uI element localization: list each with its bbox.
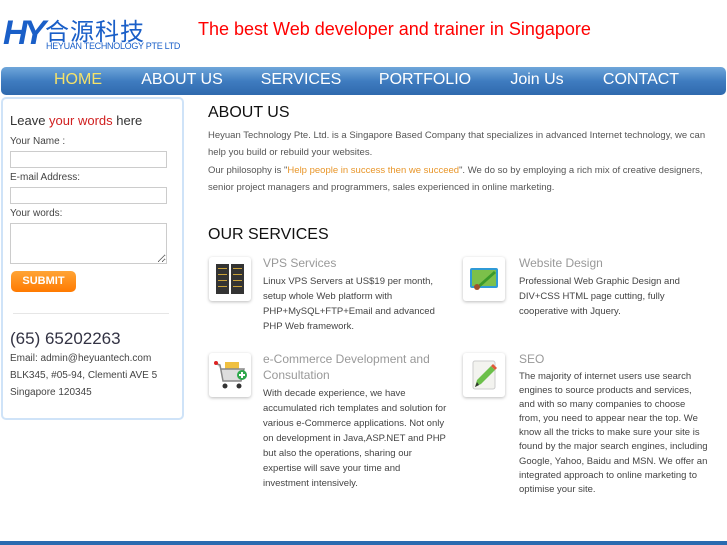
shopping-cart-icon bbox=[209, 353, 251, 397]
paint-brush-icon bbox=[463, 257, 505, 301]
phone-number: (65) 65202263 bbox=[10, 329, 121, 348]
logo-english-name: HEYUAN TECHNOLOGY PTE LTD bbox=[46, 41, 181, 51]
title-highlight: your words bbox=[49, 113, 113, 128]
contact-address-line1: BLK345, #05-94, Clementi AVE 5 bbox=[10, 370, 158, 381]
service-title: VPS Services bbox=[263, 256, 337, 270]
pencil-document-icon bbox=[463, 353, 505, 397]
nav-services[interactable]: SERVICES bbox=[261, 71, 342, 89]
service-description: Professional Web Graphic Design and DIV+… bbox=[519, 276, 680, 317]
email-label: E-mail Address: bbox=[10, 172, 81, 183]
title-text: Leave bbox=[10, 113, 50, 128]
nav-portfolio[interactable]: PORTFOLIO bbox=[379, 71, 471, 89]
about-paragraph-1: Heyuan Technology Pte. Ltd. is a Singapo… bbox=[208, 130, 706, 158]
tagline: The best Web developer and trainer in Si… bbox=[198, 19, 591, 39]
service-title: Website Design bbox=[519, 256, 603, 270]
server-icon bbox=[209, 257, 251, 301]
words-label: Your words: bbox=[10, 208, 63, 219]
submit-button[interactable]: SUBMIT bbox=[11, 271, 76, 292]
nav-join-us[interactable]: Join Us bbox=[510, 71, 563, 89]
service-description: With decade experience, we have accumula… bbox=[263, 388, 447, 489]
name-input[interactable] bbox=[10, 151, 167, 168]
about-heading: ABOUT US bbox=[208, 104, 290, 121]
about-paragraph-2: Our philosophy is "Help people in succes… bbox=[208, 162, 723, 196]
logo[interactable]: HY 合源科技 HEYUAN TECHNOLOGY PTE LTD bbox=[3, 12, 185, 52]
contact-sidebar: Leave your words here Your Name : E-mail… bbox=[1, 97, 184, 420]
text: Our philosophy is " bbox=[208, 165, 288, 176]
words-textarea[interactable] bbox=[10, 223, 167, 264]
services-heading: OUR SERVICES bbox=[208, 226, 329, 243]
name-label: Your Name : bbox=[10, 136, 66, 147]
philosophy-quote: Help people in success then we succeed bbox=[287, 165, 460, 176]
service-description: The majority of internet users use searc… bbox=[519, 371, 708, 495]
service-description: Linux VPS Servers at US$19 per month, se… bbox=[263, 276, 435, 332]
email-input[interactable] bbox=[10, 187, 167, 204]
footer-bar bbox=[0, 541, 727, 545]
form-title: Leave your words here bbox=[10, 113, 142, 128]
title-text: here bbox=[112, 113, 143, 128]
logo-mark: HY bbox=[3, 14, 46, 52]
service-title: SEO bbox=[519, 352, 545, 366]
nav-about-us[interactable]: ABOUT US bbox=[141, 71, 223, 89]
divider bbox=[13, 313, 169, 314]
service-title: e-Commerce Development and Consultation bbox=[263, 352, 430, 382]
nav-home[interactable]: HOME bbox=[54, 71, 102, 89]
main-nav: HOME ABOUT US SERVICES PORTFOLIO Join Us… bbox=[1, 67, 726, 95]
contact-email: Email: admin@heyuantech.com bbox=[10, 353, 152, 364]
nav-contact[interactable]: CONTACT bbox=[603, 71, 679, 89]
contact-address-line2: Singapore 120345 bbox=[10, 387, 92, 398]
